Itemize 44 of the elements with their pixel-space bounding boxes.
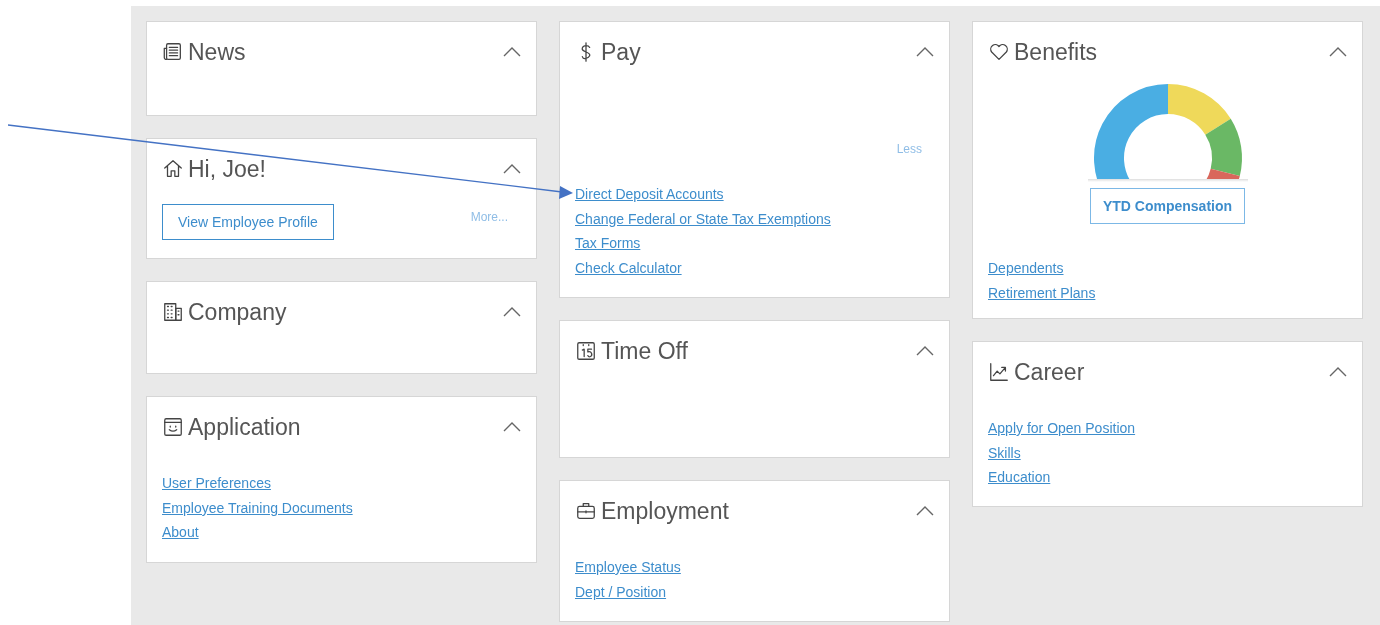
building-icon — [162, 301, 184, 323]
link[interactable]: Skills — [988, 440, 1021, 465]
more-link[interactable]: More... — [470, 208, 508, 226]
house-icon — [162, 158, 184, 180]
link[interactable]: About — [162, 520, 199, 545]
collapse-chevron-icon[interactable] — [1329, 47, 1347, 57]
collapse-chevron-icon[interactable] — [503, 307, 521, 317]
view-profile-button[interactable]: View Employee Profile — [162, 204, 334, 240]
collapse-chevron-icon[interactable] — [503, 422, 521, 432]
collapse-chevron-icon[interactable] — [1329, 367, 1347, 377]
smiley-window-icon — [162, 416, 184, 438]
collapse-chevron-icon[interactable] — [503, 164, 521, 174]
collapse-chevron-icon[interactable] — [916, 47, 934, 57]
link[interactable]: Employee Status — [575, 555, 681, 580]
briefcase-icon — [575, 500, 597, 522]
card-title: News — [188, 37, 247, 67]
less-link[interactable]: Less — [896, 140, 922, 158]
card-title: Hi, Joe! — [188, 154, 267, 184]
card-title: Company — [188, 297, 288, 327]
link[interactable]: Education — [988, 465, 1051, 490]
card-title: Employment — [601, 496, 730, 526]
link[interactable]: Direct Deposit Accounts — [575, 182, 724, 207]
collapse-chevron-icon[interactable] — [503, 47, 521, 57]
heart-icon — [988, 41, 1010, 63]
link[interactable]: Tax Forms — [575, 231, 641, 256]
link[interactable]: Check Calculator — [575, 255, 682, 280]
trend-chart-icon — [988, 361, 1010, 383]
collapse-chevron-icon[interactable] — [916, 346, 934, 356]
collapse-chevron-icon[interactable] — [916, 506, 934, 516]
card-title: Benefits — [1014, 37, 1099, 67]
card-title: Application — [188, 412, 302, 442]
link[interactable]: User Preferences — [162, 471, 271, 496]
card-title: Career — [1014, 357, 1086, 387]
card-title: Pay — [601, 37, 642, 67]
link[interactable]: Apply for Open Position — [988, 416, 1136, 441]
link[interactable]: Retirement Plans — [988, 280, 1096, 305]
calendar-icon — [575, 340, 597, 362]
ytd-compensation-button[interactable]: YTD Compensation — [1089, 188, 1246, 224]
newspaper-icon — [162, 41, 184, 63]
card-title: Time Off — [601, 336, 689, 366]
link[interactable]: Dependents — [988, 256, 1064, 281]
link[interactable]: Dept / Position — [575, 579, 667, 604]
link[interactable]: Employee Training Documents — [162, 495, 353, 520]
link[interactable]: Change Federal or State Tax Exemptions — [575, 206, 831, 231]
